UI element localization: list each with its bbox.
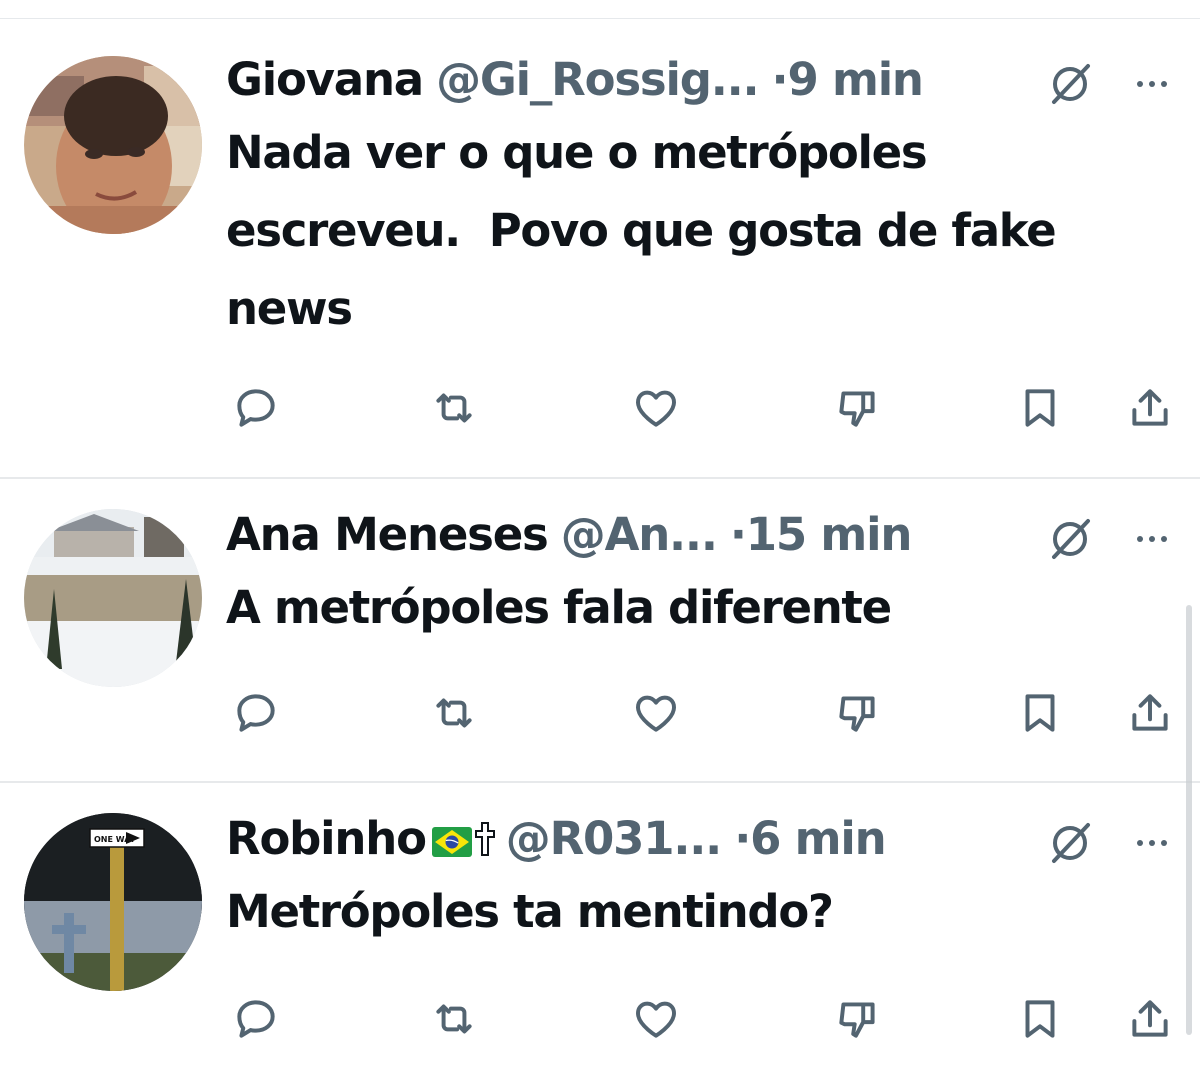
bookmark-button[interactable] [1010, 683, 1070, 743]
separator: · [729, 508, 747, 561]
grok-icon[interactable] [1046, 819, 1094, 867]
reply-icon [237, 1000, 275, 1038]
bookmark-icon [1025, 1000, 1055, 1038]
timestamp[interactable]: 15 min [746, 508, 913, 561]
thumbs-down-icon [839, 391, 875, 427]
reply-button[interactable] [226, 378, 286, 438]
action-bar [226, 683, 1200, 743]
share-icon [1132, 694, 1168, 731]
heart-icon [636, 695, 676, 732]
grok-icon[interactable] [1046, 515, 1094, 563]
display-name[interactable]: Robinho [226, 812, 427, 865]
dislike-button[interactable] [828, 378, 888, 438]
avatar[interactable] [24, 56, 202, 234]
reply-icon [237, 694, 275, 732]
user-handle[interactable]: @An... [561, 508, 718, 561]
bookmark-icon [1025, 694, 1055, 732]
brazil-flag-icon [431, 812, 472, 872]
user-handle[interactable]: @R031... [506, 812, 722, 865]
more-icon[interactable] [1132, 519, 1172, 559]
share-icon [1132, 389, 1168, 426]
action-bar [226, 378, 1200, 438]
tweet-header: Ana Meneses @An... ·15 min [226, 505, 1180, 565]
heart-icon [636, 1001, 676, 1038]
display-name[interactable]: Ana Meneses [226, 508, 549, 561]
share-button[interactable] [1120, 378, 1180, 438]
retweet-icon [436, 1004, 472, 1034]
user-handle[interactable]: @Gi_Rossig... [436, 53, 760, 106]
thumbs-down-icon [839, 1002, 875, 1038]
retweet-button[interactable] [424, 683, 484, 743]
tweet-header: Giovana @Gi_Rossig... ·9 min [226, 50, 1180, 110]
separator: · [734, 812, 751, 865]
like-button[interactable] [626, 683, 686, 743]
top-divider [0, 18, 1200, 19]
tweet[interactable]: Ana Meneses @An... ·15 min A metrópoles … [0, 479, 1200, 783]
bookmark-button[interactable] [1010, 378, 1070, 438]
timestamp[interactable]: 9 min [787, 53, 924, 106]
like-button[interactable] [626, 378, 686, 438]
separator: · [771, 53, 789, 106]
tweet-text: Metrópoles ta mentindo? [226, 885, 834, 938]
more-icon[interactable] [1132, 823, 1172, 863]
heart-icon [636, 390, 676, 427]
retweet-icon [436, 393, 472, 423]
action-bar [226, 989, 1200, 1049]
scrollbar[interactable] [1186, 605, 1192, 1035]
reply-icon [237, 389, 275, 427]
dislike-button[interactable] [828, 989, 888, 1049]
avatar[interactable] [24, 509, 202, 687]
tweet-text: Nada ver o que o metrópoles escreveu. Po… [226, 126, 1057, 335]
share-button[interactable] [1120, 989, 1180, 1049]
like-button[interactable] [626, 989, 686, 1049]
dislike-button[interactable] [828, 683, 888, 743]
cross-icon [474, 812, 496, 872]
timestamp[interactable]: 6 min [750, 812, 887, 865]
reply-button[interactable] [226, 683, 286, 743]
display-name[interactable]: Giovana [226, 53, 424, 106]
bookmark-button[interactable] [1010, 989, 1070, 1049]
tweet[interactable]: Giovana @Gi_Rossig... ·9 min Nada ver o … [0, 20, 1200, 479]
thumbs-down-icon [839, 696, 875, 732]
retweet-button[interactable] [424, 378, 484, 438]
grok-icon[interactable] [1046, 60, 1094, 108]
tweet-header: Robinho @R031... ·6 min [226, 809, 1180, 869]
bookmark-icon [1025, 389, 1055, 427]
share-icon [1132, 1000, 1168, 1037]
retweet-button[interactable] [424, 989, 484, 1049]
tweet-text: A metrópoles fala diferente [226, 581, 892, 634]
tweet[interactable]: ONE WAY Robinho @R031... ·6 min Metrópole… [0, 783, 1200, 1077]
reply-button[interactable] [226, 989, 286, 1049]
share-button[interactable] [1120, 683, 1180, 743]
more-icon[interactable] [1132, 64, 1172, 104]
retweet-icon [436, 698, 472, 728]
avatar[interactable]: ONE WAY [24, 813, 202, 991]
